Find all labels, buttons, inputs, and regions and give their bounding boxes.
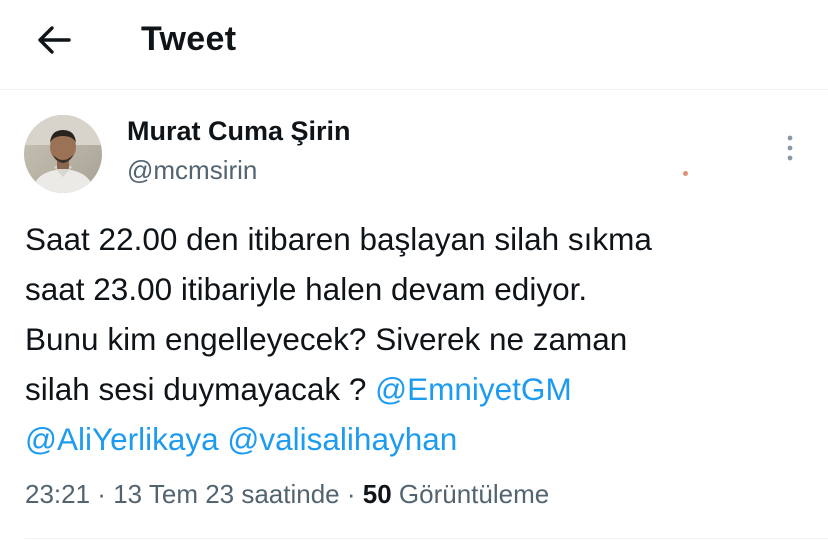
tweet-line: silah sesi duymayacak ? @EmniyetGM xyxy=(25,364,815,414)
decorative-dot xyxy=(683,171,688,176)
author-handle[interactable]: @mcmsirin xyxy=(127,155,257,186)
meta-separator: · xyxy=(90,479,114,509)
divider xyxy=(25,538,828,539)
mention-link-emniyetgm[interactable]: @EmniyetGM xyxy=(375,371,572,407)
avatar[interactable] xyxy=(24,115,102,193)
tweet-line-text: silah sesi duymayacak ? xyxy=(25,371,376,407)
tweet-line: Bunu kim engelleyecek? Siverek ne zaman xyxy=(25,321,628,357)
more-vertical-icon xyxy=(787,135,793,161)
mention-link-valisalihayhan[interactable]: @valisalihayhan xyxy=(227,421,457,457)
mention-link-aliyerlikaya[interactable]: @AliYerlikaya xyxy=(25,421,219,457)
arrow-left-icon xyxy=(38,26,71,54)
tweet-meta: 23:21 · 13 Tem 23 saatinde · 50 Görüntül… xyxy=(25,479,549,510)
tweet-line: Saat 22.00 den itibaren başlayan silah s… xyxy=(25,221,652,257)
more-options-button[interactable] xyxy=(776,130,804,166)
profile-photo xyxy=(24,115,102,193)
views-label: Görüntüleme xyxy=(391,479,550,509)
tweet-time[interactable]: 23:21 xyxy=(25,479,90,509)
author-name[interactable]: Murat Cuma Şirin xyxy=(127,116,351,147)
meta-separator: · xyxy=(339,479,363,509)
page-title: Tweet xyxy=(141,20,237,58)
top-bar: Tweet xyxy=(0,0,828,90)
back-button[interactable] xyxy=(30,18,78,62)
tweet-line: @AliYerlikaya @valisalihayhan xyxy=(25,414,815,464)
tweet-line: saat 23.00 itibariyle halen devam ediyor… xyxy=(25,271,588,307)
tweet-text: Saat 22.00 den itibaren başlayan silah s… xyxy=(25,214,815,464)
tweet-date[interactable]: 13 Tem 23 saatinde xyxy=(113,479,339,509)
views-count[interactable]: 50 xyxy=(363,479,392,509)
